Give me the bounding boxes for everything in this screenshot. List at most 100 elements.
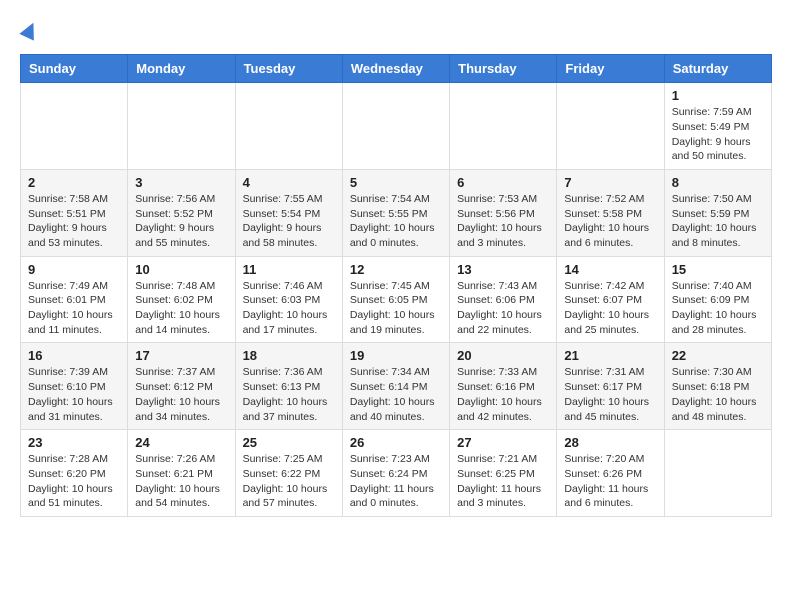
calendar-cell: 9 Sunrise: 7:49 AM Sunset: 6:01 PM Daylig…: [21, 256, 128, 343]
day-number: 12: [350, 262, 442, 277]
calendar-cell: 16 Sunrise: 7:39 AM Sunset: 6:10 PM Dayli…: [21, 343, 128, 430]
calendar-week-row: 16 Sunrise: 7:39 AM Sunset: 6:10 PM Dayli…: [21, 343, 772, 430]
day-number: 21: [564, 348, 656, 363]
day-info: Sunrise: 7:26 AM Sunset: 6:21 PM Dayligh…: [135, 452, 227, 511]
calendar-week-row: 23Sunrise: 7:28 AM Sunset: 6:20 PM Dayli…: [21, 430, 772, 517]
day-number: 16: [28, 348, 120, 363]
calendar-cell: [450, 83, 557, 170]
day-number: 11: [243, 262, 335, 277]
calendar-cell: 5 Sunrise: 7:54 AM Sunset: 5:55 PM Daylig…: [342, 169, 449, 256]
calendar-cell: [128, 83, 235, 170]
calendar-cell: 18 Sunrise: 7:36 AM Sunset: 6:13 PM Dayli…: [235, 343, 342, 430]
day-number: 23: [28, 435, 120, 450]
calendar-cell: 6Sunrise: 7:53 AM Sunset: 5:56 PM Daylig…: [450, 169, 557, 256]
day-info: Sunrise: 7:55 AM Sunset: 5:54 PM Dayligh…: [243, 192, 335, 251]
calendar-cell: 17 Sunrise: 7:37 AM Sunset: 6:12 PM Dayli…: [128, 343, 235, 430]
day-number: 7: [564, 175, 656, 190]
calendar-cell: 15 Sunrise: 7:40 AM Sunset: 6:09 PM Dayli…: [664, 256, 771, 343]
day-number: 9: [28, 262, 120, 277]
day-info: Sunrise: 7:59 AM Sunset: 5:49 PM Dayligh…: [672, 105, 764, 164]
day-number: 20: [457, 348, 549, 363]
day-info: Sunrise: 7:58 AM Sunset: 5:51 PM Dayligh…: [28, 192, 120, 251]
day-info: Sunrise: 7:45 AM Sunset: 6:05 PM Dayligh…: [350, 279, 442, 338]
calendar-week-row: 1 Sunrise: 7:59 AM Sunset: 5:49 PM Daylig…: [21, 83, 772, 170]
day-number: 8: [672, 175, 764, 190]
day-number: 3: [135, 175, 227, 190]
weekday-header: Friday: [557, 55, 664, 83]
day-info: Sunrise: 7:49 AM Sunset: 6:01 PM Dayligh…: [28, 279, 120, 338]
calendar-cell: 22 Sunrise: 7:30 AM Sunset: 6:18 PM Dayli…: [664, 343, 771, 430]
day-info: Sunrise: 7:40 AM Sunset: 6:09 PM Dayligh…: [672, 279, 764, 338]
calendar-week-row: 9 Sunrise: 7:49 AM Sunset: 6:01 PM Daylig…: [21, 256, 772, 343]
day-info: Sunrise: 7:34 AM Sunset: 6:14 PM Dayligh…: [350, 365, 442, 424]
day-number: 19: [350, 348, 442, 363]
calendar-cell: 3 Sunrise: 7:56 AM Sunset: 5:52 PM Daylig…: [128, 169, 235, 256]
calendar-cell: 25 Sunrise: 7:25 AM Sunset: 6:22 PM Dayli…: [235, 430, 342, 517]
day-number: 22: [672, 348, 764, 363]
calendar-table: SundayMondayTuesdayWednesdayThursdayFrid…: [20, 54, 772, 517]
day-number: 10: [135, 262, 227, 277]
day-number: 17: [135, 348, 227, 363]
day-info: Sunrise: 7:37 AM Sunset: 6:12 PM Dayligh…: [135, 365, 227, 424]
day-number: 1: [672, 88, 764, 103]
day-number: 18: [243, 348, 335, 363]
day-info: Sunrise: 7:42 AM Sunset: 6:07 PM Dayligh…: [564, 279, 656, 338]
calendar-cell: 24 Sunrise: 7:26 AM Sunset: 6:21 PM Dayli…: [128, 430, 235, 517]
day-info: Sunrise: 7:31 AM Sunset: 6:17 PM Dayligh…: [564, 365, 656, 424]
day-number: 15: [672, 262, 764, 277]
calendar-cell: [664, 430, 771, 517]
day-info: Sunrise: 7:43 AM Sunset: 6:06 PM Dayligh…: [457, 279, 549, 338]
day-number: 25: [243, 435, 335, 450]
calendar-cell: 4 Sunrise: 7:55 AM Sunset: 5:54 PM Daylig…: [235, 169, 342, 256]
day-info: Sunrise: 7:53 AM Sunset: 5:56 PM Dayligh…: [457, 192, 549, 251]
weekday-header: Sunday: [21, 55, 128, 83]
calendar-cell: 1 Sunrise: 7:59 AM Sunset: 5:49 PM Daylig…: [664, 83, 771, 170]
calendar-cell: 13 Sunrise: 7:43 AM Sunset: 6:06 PM Dayli…: [450, 256, 557, 343]
calendar-cell: 27 Sunrise: 7:21 AM Sunset: 6:25 PM Dayli…: [450, 430, 557, 517]
day-info: Sunrise: 7:46 AM Sunset: 6:03 PM Dayligh…: [243, 279, 335, 338]
calendar-cell: 20 Sunrise: 7:33 AM Sunset: 6:16 PM Dayli…: [450, 343, 557, 430]
day-info: Sunrise: 7:25 AM Sunset: 6:22 PM Dayligh…: [243, 452, 335, 511]
weekday-header: Monday: [128, 55, 235, 83]
calendar-cell: [235, 83, 342, 170]
day-number: 14: [564, 262, 656, 277]
calendar-cell: 10 Sunrise: 7:48 AM Sunset: 6:02 PM Dayli…: [128, 256, 235, 343]
calendar-cell: 7 Sunrise: 7:52 AM Sunset: 5:58 PM Daylig…: [557, 169, 664, 256]
calendar-cell: 21 Sunrise: 7:31 AM Sunset: 6:17 PM Dayli…: [557, 343, 664, 430]
day-number: 26: [350, 435, 442, 450]
weekday-header: Tuesday: [235, 55, 342, 83]
calendar-cell: [342, 83, 449, 170]
day-number: 4: [243, 175, 335, 190]
calendar-cell: 28 Sunrise: 7:20 AM Sunset: 6:26 PM Dayli…: [557, 430, 664, 517]
day-info: Sunrise: 7:21 AM Sunset: 6:25 PM Dayligh…: [457, 452, 549, 511]
day-info: Sunrise: 7:52 AM Sunset: 5:58 PM Dayligh…: [564, 192, 656, 251]
logo-icon: [19, 19, 40, 40]
day-info: Sunrise: 7:39 AM Sunset: 6:10 PM Dayligh…: [28, 365, 120, 424]
calendar-cell: 11 Sunrise: 7:46 AM Sunset: 6:03 PM Dayli…: [235, 256, 342, 343]
calendar-cell: [557, 83, 664, 170]
calendar-cell: 2 Sunrise: 7:58 AM Sunset: 5:51 PM Daylig…: [21, 169, 128, 256]
day-info: Sunrise: 7:56 AM Sunset: 5:52 PM Dayligh…: [135, 192, 227, 251]
calendar-cell: 14 Sunrise: 7:42 AM Sunset: 6:07 PM Dayli…: [557, 256, 664, 343]
day-number: 2: [28, 175, 120, 190]
day-info: Sunrise: 7:23 AM Sunset: 6:24 PM Dayligh…: [350, 452, 442, 511]
day-number: 24: [135, 435, 227, 450]
calendar-cell: 8Sunrise: 7:50 AM Sunset: 5:59 PM Daylig…: [664, 169, 771, 256]
page-header: [20, 20, 772, 44]
day-info: Sunrise: 7:48 AM Sunset: 6:02 PM Dayligh…: [135, 279, 227, 338]
day-info: Sunrise: 7:30 AM Sunset: 6:18 PM Dayligh…: [672, 365, 764, 424]
day-info: Sunrise: 7:54 AM Sunset: 5:55 PM Dayligh…: [350, 192, 442, 251]
day-info: Sunrise: 7:20 AM Sunset: 6:26 PM Dayligh…: [564, 452, 656, 511]
day-number: 13: [457, 262, 549, 277]
day-number: 27: [457, 435, 549, 450]
calendar-week-row: 2 Sunrise: 7:58 AM Sunset: 5:51 PM Daylig…: [21, 169, 772, 256]
calendar-cell: 12 Sunrise: 7:45 AM Sunset: 6:05 PM Dayli…: [342, 256, 449, 343]
calendar-cell: [21, 83, 128, 170]
day-info: Sunrise: 7:36 AM Sunset: 6:13 PM Dayligh…: [243, 365, 335, 424]
weekday-header: Wednesday: [342, 55, 449, 83]
calendar-cell: 19 Sunrise: 7:34 AM Sunset: 6:14 PM Dayli…: [342, 343, 449, 430]
day-info: Sunrise: 7:33 AM Sunset: 6:16 PM Dayligh…: [457, 365, 549, 424]
day-number: 5: [350, 175, 442, 190]
day-number: 28: [564, 435, 656, 450]
calendar-cell: 26 Sunrise: 7:23 AM Sunset: 6:24 PM Dayli…: [342, 430, 449, 517]
